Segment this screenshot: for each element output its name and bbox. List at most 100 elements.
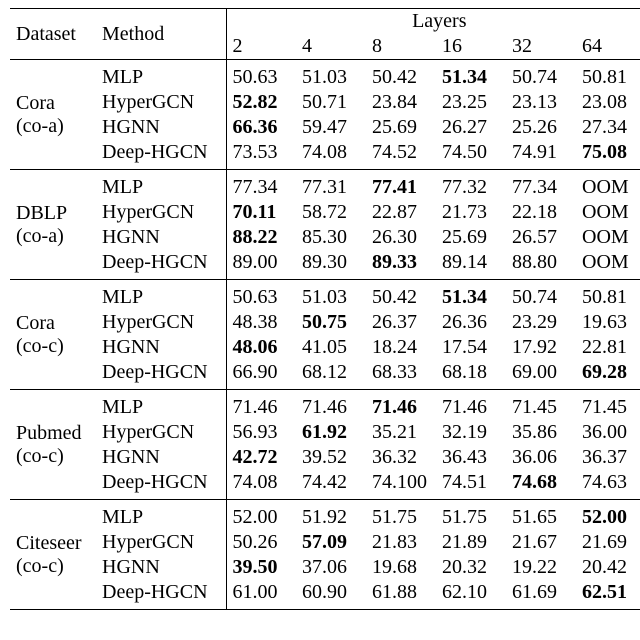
dataset-sub: (co-c) bbox=[16, 555, 96, 578]
value-cell: 51.34 bbox=[436, 60, 506, 91]
value-cell: 66.36 bbox=[226, 115, 296, 140]
value-cell: 74.50 bbox=[436, 140, 506, 170]
dataset-sub: (co-c) bbox=[16, 445, 96, 468]
value-cell: 74.63 bbox=[576, 470, 640, 500]
value-cell: 48.06 bbox=[226, 335, 296, 360]
dataset-label-empty bbox=[10, 390, 96, 421]
dataset-label: Pubmed(co-c) bbox=[10, 420, 96, 470]
table-head: DatasetMethodLayers248163264 bbox=[10, 9, 640, 60]
dataset-label-empty bbox=[10, 170, 96, 201]
col-header-layers: Layers bbox=[226, 9, 640, 35]
dataset-label-empty bbox=[10, 580, 96, 610]
value-cell: 62.51 bbox=[576, 580, 640, 610]
dataset-label-empty bbox=[10, 250, 96, 280]
col-header-4: 4 bbox=[296, 34, 366, 60]
value-cell: 22.87 bbox=[366, 200, 436, 225]
table-row: MLP52.0051.9251.7551.7551.6552.00 bbox=[10, 500, 640, 531]
method-label: HyperGCN bbox=[96, 420, 226, 445]
value-cell: 60.90 bbox=[296, 580, 366, 610]
value-cell: 61.00 bbox=[226, 580, 296, 610]
dataset-label: Cora(co-c) bbox=[10, 310, 96, 360]
value-cell: 61.92 bbox=[296, 420, 366, 445]
value-cell: 77.32 bbox=[436, 170, 506, 201]
value-cell: 18.24 bbox=[366, 335, 436, 360]
method-label: Deep-HGCN bbox=[96, 140, 226, 170]
value-cell: 36.43 bbox=[436, 445, 506, 470]
method-label: HGNN bbox=[96, 555, 226, 580]
table-row: MLP50.6351.0350.4251.3450.7450.81 bbox=[10, 60, 640, 91]
table-row: Cora(co-a)HyperGCN52.8250.7123.8423.2523… bbox=[10, 90, 640, 115]
table-row: HGNN48.0641.0518.2417.5417.9222.81 bbox=[10, 335, 640, 360]
value-cell: 71.45 bbox=[576, 390, 640, 421]
table-row: Deep-HGCN61.0060.9061.8862.1061.6962.51 bbox=[10, 580, 640, 610]
value-cell: 26.30 bbox=[366, 225, 436, 250]
value-cell: 71.46 bbox=[366, 390, 436, 421]
dataset-label-empty bbox=[10, 360, 96, 390]
value-cell: 50.42 bbox=[366, 60, 436, 91]
table-row: Deep-HGCN66.9068.1268.3368.1869.0069.28 bbox=[10, 360, 640, 390]
method-label: MLP bbox=[96, 390, 226, 421]
value-cell: 35.21 bbox=[366, 420, 436, 445]
value-cell: 39.50 bbox=[226, 555, 296, 580]
value-cell: 68.33 bbox=[366, 360, 436, 390]
value-cell: 89.00 bbox=[226, 250, 296, 280]
value-cell: 51.03 bbox=[296, 60, 366, 91]
value-cell: 36.32 bbox=[366, 445, 436, 470]
value-cell: 23.08 bbox=[576, 90, 640, 115]
value-cell: 89.30 bbox=[296, 250, 366, 280]
dataset-label-empty bbox=[10, 470, 96, 500]
method-label: Deep-HGCN bbox=[96, 470, 226, 500]
value-cell: 71.46 bbox=[296, 390, 366, 421]
value-cell: 51.75 bbox=[436, 500, 506, 531]
method-label: HGNN bbox=[96, 335, 226, 360]
value-cell: 21.67 bbox=[506, 530, 576, 555]
value-cell: 17.92 bbox=[506, 335, 576, 360]
table-row: DBLP(co-a)HyperGCN70.1158.7222.8721.7322… bbox=[10, 200, 640, 225]
value-cell: 17.54 bbox=[436, 335, 506, 360]
dataset-sub: (co-a) bbox=[16, 115, 96, 138]
method-label: HyperGCN bbox=[96, 90, 226, 115]
value-cell: 77.34 bbox=[226, 170, 296, 201]
value-cell: 58.72 bbox=[296, 200, 366, 225]
value-cell: 26.36 bbox=[436, 310, 506, 335]
value-cell: 50.81 bbox=[576, 280, 640, 311]
value-cell: 26.37 bbox=[366, 310, 436, 335]
value-cell: 26.27 bbox=[436, 115, 506, 140]
table-row: MLP71.4671.4671.4671.4671.4571.45 bbox=[10, 390, 640, 421]
value-cell: 19.68 bbox=[366, 555, 436, 580]
value-cell: 25.26 bbox=[506, 115, 576, 140]
value-cell: 74.42 bbox=[296, 470, 366, 500]
value-cell: 88.22 bbox=[226, 225, 296, 250]
dataset-name: Pubmed bbox=[16, 422, 82, 444]
table-row: Deep-HGCN74.0874.4274.10074.5174.6874.63 bbox=[10, 470, 640, 500]
value-cell: 62.10 bbox=[436, 580, 506, 610]
value-cell: 39.52 bbox=[296, 445, 366, 470]
method-label: MLP bbox=[96, 170, 226, 201]
value-cell: 52.82 bbox=[226, 90, 296, 115]
value-cell: 21.83 bbox=[366, 530, 436, 555]
table-wrap: DatasetMethodLayers248163264 MLP50.6351.… bbox=[0, 0, 640, 610]
value-cell: 41.05 bbox=[296, 335, 366, 360]
table-row: HGNN39.5037.0619.6820.3219.2220.42 bbox=[10, 555, 640, 580]
value-cell: 50.42 bbox=[366, 280, 436, 311]
value-cell: 42.72 bbox=[226, 445, 296, 470]
value-cell: 23.25 bbox=[436, 90, 506, 115]
value-cell: 73.53 bbox=[226, 140, 296, 170]
value-cell: 68.18 bbox=[436, 360, 506, 390]
method-label: MLP bbox=[96, 280, 226, 311]
table-row: MLP77.3477.3177.4177.3277.34OOM bbox=[10, 170, 640, 201]
value-cell: 77.41 bbox=[366, 170, 436, 201]
method-label: HyperGCN bbox=[96, 200, 226, 225]
value-cell: 50.81 bbox=[576, 60, 640, 91]
value-cell: 52.00 bbox=[576, 500, 640, 531]
dataset-label-empty bbox=[10, 140, 96, 170]
value-cell: 19.63 bbox=[576, 310, 640, 335]
value-cell: OOM bbox=[576, 225, 640, 250]
value-cell: 77.34 bbox=[506, 170, 576, 201]
value-cell: 68.12 bbox=[296, 360, 366, 390]
results-table: DatasetMethodLayers248163264 MLP50.6351.… bbox=[10, 8, 640, 610]
col-header-8: 8 bbox=[366, 34, 436, 60]
value-cell: 51.65 bbox=[506, 500, 576, 531]
value-cell: 52.00 bbox=[226, 500, 296, 531]
col-header-dataset: Dataset bbox=[10, 9, 96, 60]
